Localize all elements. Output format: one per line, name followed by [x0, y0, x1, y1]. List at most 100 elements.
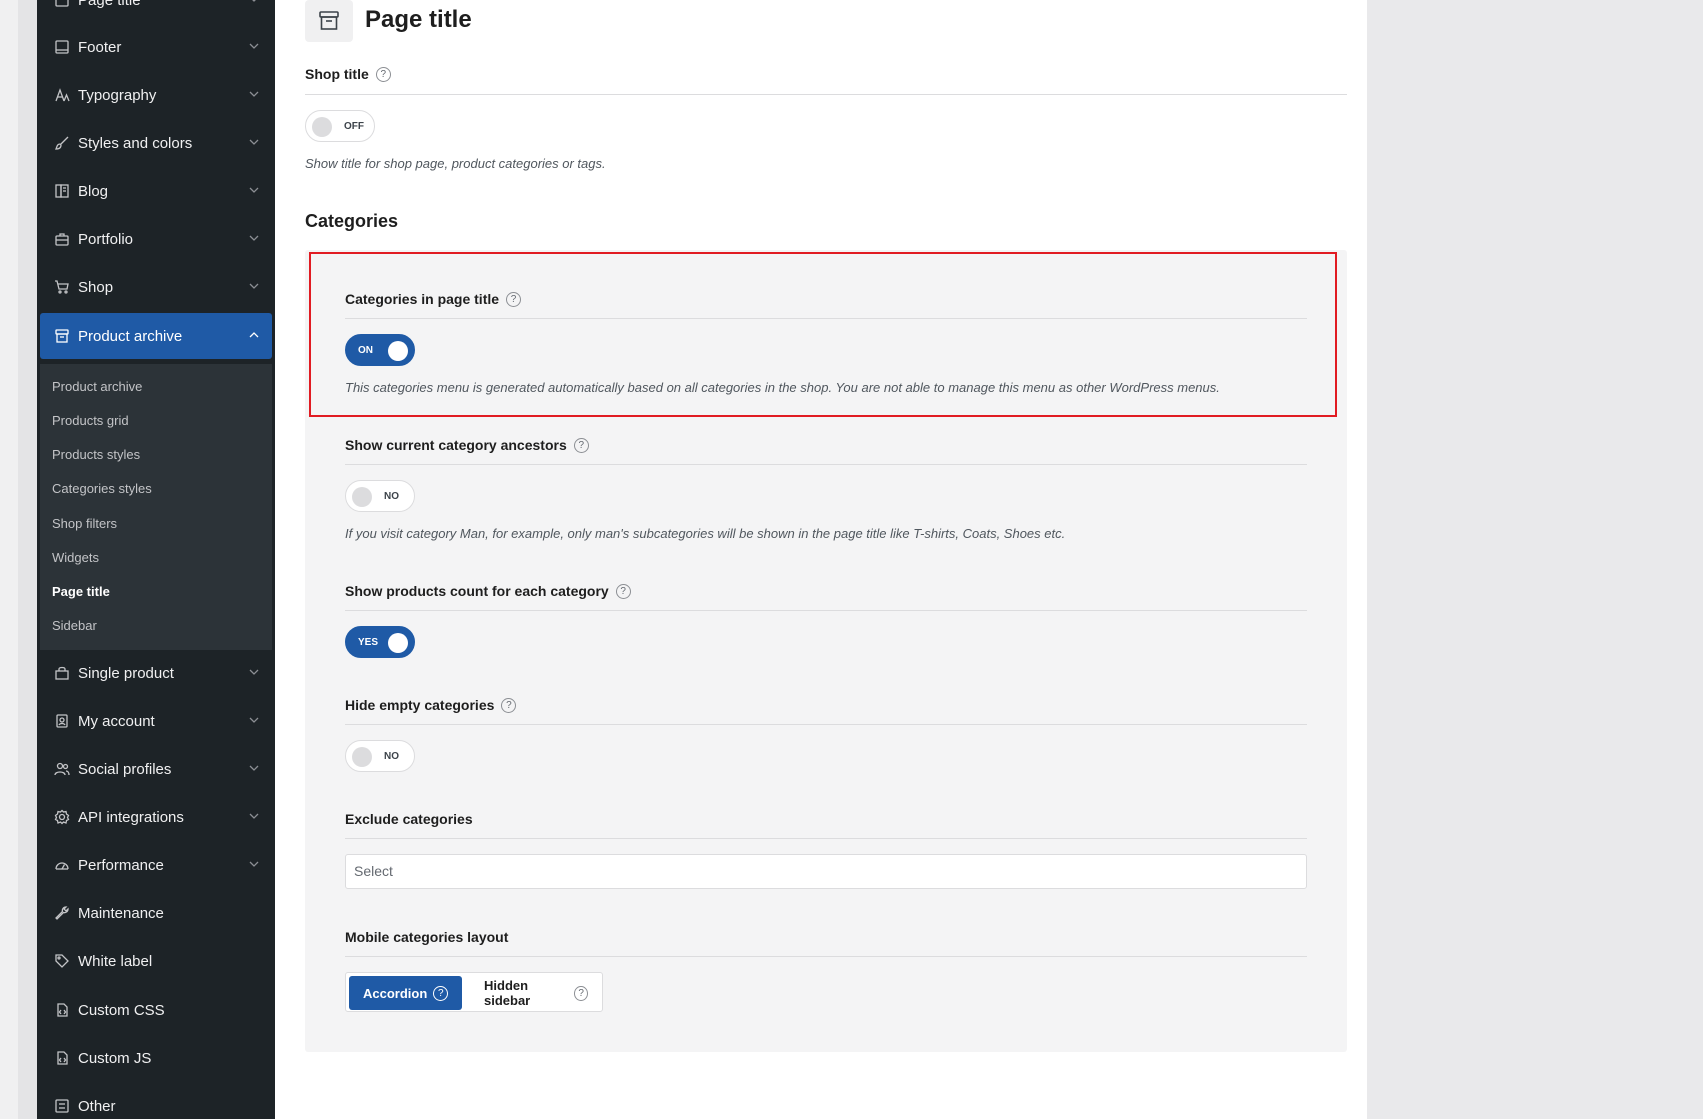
sidebar-item-label: Performance	[78, 856, 164, 874]
sidebar-item-label: Maintenance	[78, 904, 164, 922]
portfolio-icon	[54, 231, 70, 247]
ancestors-description: If you visit category Man, for example, …	[345, 526, 1066, 541]
option-label: Hidden sidebar	[484, 978, 531, 1008]
sidebar-item-api-integrations[interactable]: API integrations	[40, 794, 272, 840]
right-empty-area	[1367, 0, 1703, 1119]
sidebar-item-label: Page title	[78, 0, 141, 9]
sidebar-item-label: Portfolio	[78, 230, 134, 248]
toggle-state-label: ON	[358, 345, 373, 356]
gauge-icon	[54, 857, 70, 873]
toggle-knob	[388, 341, 408, 361]
css-icon	[54, 1002, 70, 1018]
sidebar-item-label: Product archive	[78, 327, 183, 345]
submenu-item-page-title[interactable]: Page title	[52, 584, 110, 599]
help-icon[interactable]: ?	[501, 697, 517, 713]
sidebar-item-typography[interactable]: Typography	[40, 72, 272, 118]
submenu-item-sidebar[interactable]: Sidebar	[52, 618, 97, 633]
footer-icon	[54, 39, 70, 55]
typography-icon	[54, 87, 70, 103]
sidebar-item-styles-and-colors[interactable]: Styles and colors	[40, 120, 272, 166]
sidebar-item-shop[interactable]: Shop	[40, 264, 272, 310]
sidebar-item-other[interactable]: Other	[40, 1083, 272, 1119]
chevron-down-icon	[249, 43, 259, 49]
hide-empty-toggle[interactable]: NO	[345, 740, 415, 772]
wrench-icon	[54, 905, 70, 921]
settings-sidebar: Page title Footer Typography Styles and …	[37, 0, 275, 1119]
sidebar-item-label: Footer	[78, 38, 122, 56]
mobile-layout-label-text: Mobile categories layout	[345, 929, 509, 945]
categories-in-title-toggle[interactable]: ON	[345, 334, 415, 366]
sidebar-item-product-archive[interactable]: Product archive	[40, 313, 272, 359]
users-icon	[54, 761, 70, 777]
sidebar-item-custom-js[interactable]: Custom JS	[40, 1035, 272, 1081]
sidebar-item-label: White label	[78, 952, 153, 970]
layout-icon	[54, 0, 70, 8]
toggle-state-label: NO	[384, 751, 399, 762]
archive-icon	[305, 0, 353, 42]
sidebar-item-portfolio[interactable]: Portfolio	[40, 216, 272, 262]
submenu-item-product-archive[interactable]: Product archive	[52, 379, 142, 394]
ancestors-toggle[interactable]: NO	[345, 480, 415, 512]
other-icon	[54, 1098, 70, 1114]
divider	[345, 838, 1307, 839]
divider	[345, 464, 1307, 465]
option-accordion[interactable]: Accordion ?	[349, 976, 463, 1010]
toggle-knob	[388, 633, 408, 653]
mobile-layout-selector: Accordion ? Hidden sidebar ?	[345, 972, 603, 1012]
submenu-item-products-styles[interactable]: Products styles	[52, 447, 140, 462]
help-icon[interactable]: ?	[375, 66, 391, 82]
toggle-knob	[352, 747, 372, 767]
categories-in-title-label: Categories in page title ?	[345, 291, 522, 307]
exclude-categories-select[interactable]: Select	[345, 854, 1307, 889]
submenu-item-widgets[interactable]: Widgets	[52, 550, 99, 565]
hide-empty-label: Hide empty categories ?	[345, 697, 517, 713]
option-hidden-sidebar[interactable]: Hidden sidebar ?	[470, 976, 602, 1010]
toggle-state-label: YES	[358, 637, 379, 648]
help-icon[interactable]: ?	[615, 583, 631, 599]
sidebar-item-custom-css[interactable]: Custom CSS	[40, 987, 272, 1033]
submenu-item-products-grid[interactable]: Products grid	[52, 413, 129, 428]
submenu-item-categories-styles[interactable]: Categories styles	[52, 481, 152, 496]
shop-title-description: Show title for shop page, product catego…	[305, 156, 606, 171]
chevron-down-icon	[249, 717, 259, 723]
help-icon[interactable]: ?	[573, 437, 589, 453]
ancestors-label-text: Show current category ancestors	[345, 437, 567, 453]
help-icon[interactable]: ?	[433, 985, 449, 1001]
divider	[305, 94, 1347, 95]
sidebar-item-label: Shop	[78, 278, 114, 296]
sidebar-item-label: Social profiles	[78, 760, 172, 778]
chevron-down-icon	[252, 0, 256, 2]
sidebar-item-label: Typography	[78, 86, 157, 104]
sidebar-item-white-label[interactable]: White label	[40, 938, 272, 984]
archive-icon	[54, 328, 70, 344]
help-icon[interactable]: ?	[574, 985, 588, 1001]
sidebar-item-maintenance[interactable]: Maintenance	[40, 890, 272, 936]
sidebar-item-label: Single product	[78, 664, 174, 682]
sidebar-item-performance[interactable]: Performance	[40, 842, 272, 888]
sidebar-item-blog[interactable]: Blog	[40, 168, 272, 214]
option-label: Accordion	[363, 985, 428, 1001]
tag-icon	[54, 953, 70, 969]
submenu-item-shop-filters[interactable]: Shop filters	[52, 516, 117, 531]
sidebar-item-my-account[interactable]: My account	[40, 698, 272, 744]
categories-in-title-label-text: Categories in page title	[345, 291, 500, 307]
divider	[345, 724, 1307, 725]
chevron-down-icon	[249, 283, 259, 289]
sidebar-item-single-product[interactable]: Single product	[40, 650, 272, 696]
chevron-down-icon	[249, 669, 259, 675]
sidebar-item-page-title[interactable]: Page title	[40, 0, 272, 23]
settings-main-panel: Page title Shop title ? OFF Show title f…	[275, 0, 1367, 1119]
products-count-toggle[interactable]: YES	[345, 626, 415, 658]
left-gutter	[0, 0, 18, 1119]
help-icon[interactable]: ?	[506, 291, 522, 307]
mobile-layout-label: Mobile categories layout	[345, 929, 508, 945]
exclude-categories-label-text: Exclude categories	[345, 811, 473, 827]
toggle-knob	[312, 117, 332, 137]
sidebar-item-label: Custom CSS	[78, 1001, 165, 1019]
sidebar-item-social-profiles[interactable]: Social profiles	[40, 746, 272, 792]
divider	[345, 956, 1307, 957]
toggle-state-label: NO	[384, 491, 399, 502]
shop-title-toggle[interactable]: OFF	[305, 110, 375, 142]
chevron-down-icon	[249, 235, 259, 241]
sidebar-item-footer[interactable]: Footer	[40, 24, 272, 70]
